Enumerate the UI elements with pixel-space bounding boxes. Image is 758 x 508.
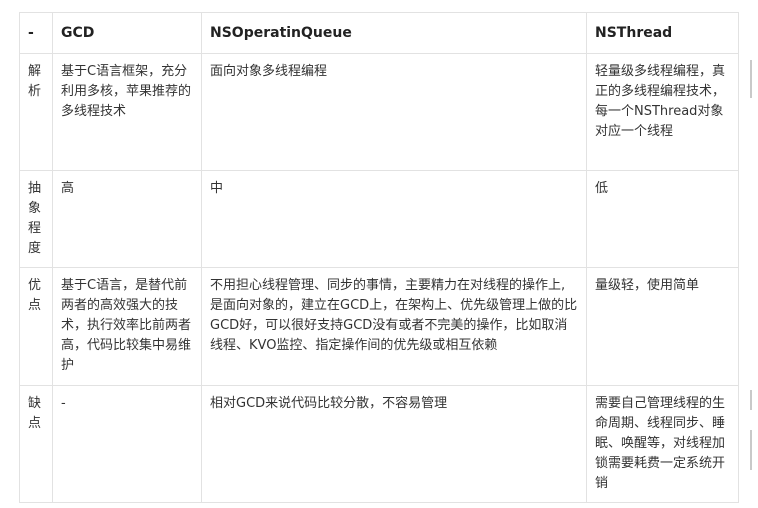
row-label: 优点 [19,267,53,386]
header-cell-nsthread: NSThread [586,12,739,54]
header-cell-nsoperationqueue: NSOperatinQueue [201,12,587,54]
table-cell: 需要自己管理线程的生命周期、线程同步、睡眠、唤醒等，对线程加锁需要耗费一定系统开… [586,385,739,503]
table-cell: - [52,385,202,503]
table-cell: 低 [586,170,739,268]
table-cell: 中 [201,170,587,268]
cell-scroll-indicator [750,390,752,410]
header-row: - GCD NSOperatinQueue NSThread [19,12,739,54]
table-cell: 面向对象多线程编程 [201,53,587,171]
table-row: 解析 基于C语言框架，充分利用多核，苹果推荐的多线程技术 面向对象多线程编程 轻… [19,53,739,171]
row-label: 解析 [19,53,53,171]
table-cell: 轻量级多线程编程，真正的多线程编程技术，每一个NSThread对象对应一个线程 [586,53,739,171]
header-cell-gcd: GCD [52,12,202,54]
table-cell: 基于C语言，是替代前两者的高效强大的技术，执行效率比前两者高，代码比较集中易维护 [52,267,202,386]
table-cell: 不用担心线程管理、同步的事情，主要精力在对线程的操作上,是面向对象的，建立在GC… [201,267,587,386]
row-label: 抽象程度 [19,170,53,268]
table-row: 抽象程度 高 中 低 [19,170,739,268]
cell-scroll-indicator [750,60,752,98]
row-label: 缺点 [19,385,53,503]
table-row: 优点 基于C语言，是替代前两者的高效强大的技术，执行效率比前两者高，代码比较集中… [19,267,739,386]
comparison-table: - GCD NSOperatinQueue NSThread 解析 基于C语言框… [19,12,739,503]
table-cell: 高 [52,170,202,268]
table-cell: 相对GCD来说代码比较分散，不容易管理 [201,385,587,503]
table-cell: 量级轻，使用简单 [586,267,739,386]
cell-scroll-indicator [750,430,752,470]
header-cell-dash: - [19,12,53,54]
table-cell: 基于C语言框架，充分利用多核，苹果推荐的多线程技术 [52,53,202,171]
table-row: 缺点 - 相对GCD来说代码比较分散，不容易管理 需要自己管理线程的生命周期、线… [19,385,739,503]
